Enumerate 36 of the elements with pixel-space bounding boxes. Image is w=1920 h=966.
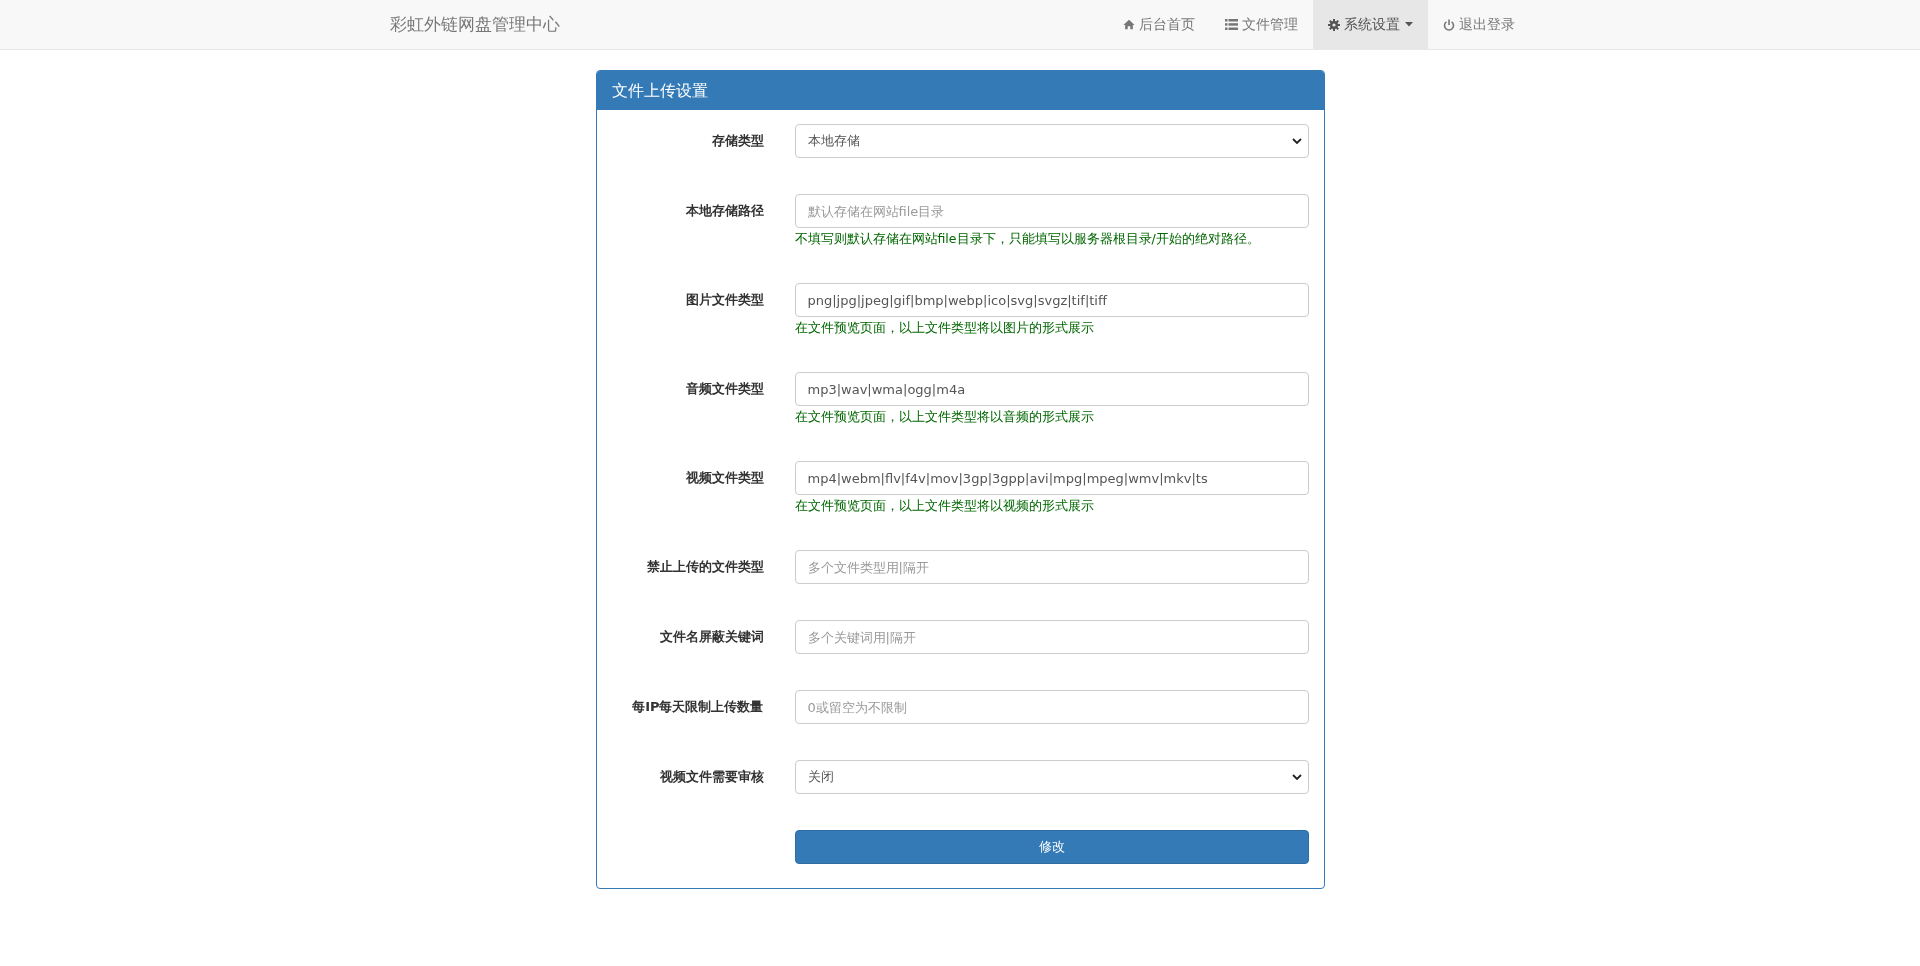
nav-link[interactable]: 文件管理 xyxy=(1210,0,1313,49)
input-field[interactable]: mp4|webm|flv|f4v|mov|3gp|3gpp|avi|mpg|mpeg|wmv|mkv|ts xyxy=(794,461,1309,495)
chevron-down-icon xyxy=(1291,774,1302,780)
field-label: 图片文件类型 xyxy=(684,291,764,309)
input-field[interactable]: 多个关键词用|隔开 xyxy=(794,620,1309,654)
nav-link[interactable]: 退出登录 xyxy=(1428,0,1530,49)
select-field[interactable]: 本地存储 xyxy=(794,124,1309,158)
list-icon xyxy=(1225,19,1238,30)
field-label: 禁止上传的文件类型 xyxy=(645,558,764,576)
input-field[interactable]: png|jpg|jpeg|gif|bmp|webp|ico|svg|svgz|tif|tiff xyxy=(794,283,1309,317)
help-text: 在文件预览页面，以上文件类型将以音频的形式展示 xyxy=(794,408,1095,425)
site-brand[interactable]: 彩虹外链网盘管理中心 xyxy=(390,0,560,49)
field-label: 音频文件类型 xyxy=(684,380,764,398)
nav-link[interactable]: 后台首页 xyxy=(1108,0,1210,49)
nav-link[interactable]: 系统设置 xyxy=(1313,0,1428,49)
field-label: 本地存储路径 xyxy=(684,202,764,220)
input-field[interactable]: 多个文件类型用|隔开 xyxy=(794,550,1309,584)
help-text: 不填写则默认存储在网站file目录下，只能填写以服务器根目录/开始的绝对路径。 xyxy=(794,230,1261,247)
field-label: 视频文件需要审核 xyxy=(658,768,764,786)
settings-icon xyxy=(1328,18,1340,31)
input-field[interactable]: mp3|wav|wma|ogg|m4a xyxy=(794,372,1309,406)
field-label: 每IP每天限制上传数量 xyxy=(631,698,764,716)
input-field[interactable]: 0或留空为不限制 xyxy=(794,690,1309,724)
select-field[interactable]: 关闭 xyxy=(794,760,1309,794)
help-text: 在文件预览页面，以上文件类型将以图片的形式展示 xyxy=(794,319,1095,336)
input-field[interactable]: 默认存储在网站file目录 xyxy=(794,194,1309,228)
caret-icon xyxy=(1405,22,1413,27)
field-label: 存储类型 xyxy=(710,132,764,150)
home-icon xyxy=(1123,19,1135,30)
chevron-down-icon xyxy=(1291,138,1302,144)
help-text: 在文件预览页面，以上文件类型将以视频的形式展示 xyxy=(794,497,1095,514)
panel-title: 文件上传设置 xyxy=(596,71,1324,110)
field-label: 文件名屏蔽关键词 xyxy=(658,628,764,646)
field-label: 视频文件类型 xyxy=(684,469,764,487)
submit-button[interactable]: 修改 xyxy=(794,830,1309,864)
power-icon xyxy=(1443,18,1455,31)
